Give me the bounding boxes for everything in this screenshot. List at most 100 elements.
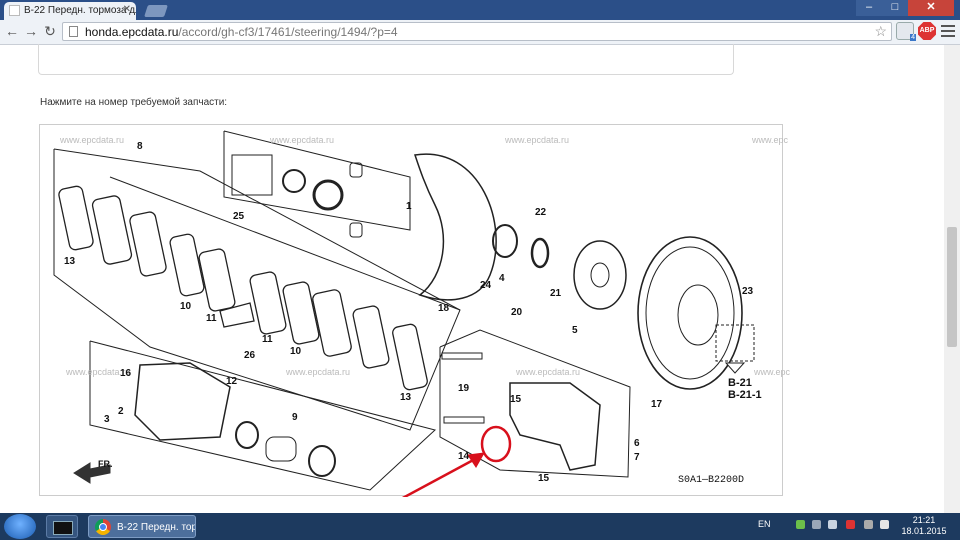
guide-pin xyxy=(441,352,483,360)
diagram-code: S0A1—B2200D xyxy=(678,475,745,486)
shim-shape xyxy=(219,302,255,328)
back-arrow-icon[interactable]: ← xyxy=(4,23,20,39)
brake-disc-inner xyxy=(645,246,735,380)
clock-date: 18.01.2015 xyxy=(901,526,947,536)
part-number-15b[interactable]: 15 xyxy=(538,473,549,484)
tray-signal-icon[interactable] xyxy=(880,520,889,529)
taskbar: B-22 Передн. тор... EN 21:21 18.01.2015 xyxy=(0,513,960,540)
pad-group-outline xyxy=(53,148,461,431)
tab-close-icon[interactable]: ✕ xyxy=(123,4,131,15)
part-number-24[interactable]: 24 xyxy=(480,280,491,291)
part-number-23[interactable]: 23 xyxy=(742,286,753,297)
pad-shape xyxy=(392,323,428,391)
hub-shape xyxy=(573,240,627,310)
taskbar-app-terminal[interactable] xyxy=(46,515,78,538)
dust-shield-shape xyxy=(414,153,497,301)
part-number-11b[interactable]: 11 xyxy=(262,334,273,345)
part-number-22[interactable]: 22 xyxy=(535,207,546,218)
part-number-13b[interactable]: 13 xyxy=(400,392,411,403)
part-number-7[interactable]: 7 xyxy=(634,452,640,463)
forward-arrow-icon[interactable]: → xyxy=(23,23,39,39)
tray-network-icon[interactable] xyxy=(796,520,805,529)
part-number-14[interactable]: 14 xyxy=(458,451,469,462)
watermark: www.epcdata.ru xyxy=(270,135,335,145)
pad-shape xyxy=(169,233,205,297)
language-indicator[interactable]: EN xyxy=(758,519,771,529)
system-clock[interactable]: 21:21 18.01.2015 xyxy=(900,515,948,537)
watermark: www.epcdata.ru xyxy=(60,135,125,145)
tab-strip: B-22 Передн. тормоза дл ✕ – □ ✕ xyxy=(0,0,960,20)
part-number-16[interactable]: 16 xyxy=(120,368,131,379)
browser-toolbar: ← → ↻ honda.epcdata.ru/accord/gh-cf3/174… xyxy=(0,20,960,45)
reload-icon[interactable]: ↻ xyxy=(42,23,58,39)
vertical-scrollbar[interactable] xyxy=(944,45,960,513)
part-number-17[interactable]: 17 xyxy=(651,399,662,410)
part-number-6[interactable]: 6 xyxy=(634,438,640,449)
scrollbar-thumb[interactable] xyxy=(947,227,957,347)
part-number-4[interactable]: 4 xyxy=(499,273,505,284)
part-number-21[interactable]: 21 xyxy=(550,288,561,299)
adblock-icon[interactable]: ABP xyxy=(918,22,936,40)
highlight-circle xyxy=(480,425,512,463)
watermark: www.epcdata.ru xyxy=(516,367,581,377)
part-number-11[interactable]: 11 xyxy=(206,313,217,324)
taskbar-app-label: B-22 Передн. тор... xyxy=(117,522,196,533)
seal-ring xyxy=(282,169,306,193)
tray-flag-icon[interactable] xyxy=(864,520,873,529)
pad-shape xyxy=(312,289,352,357)
part-number-19[interactable]: 19 xyxy=(458,383,469,394)
browser-tab[interactable]: B-22 Передн. тормоза дл ✕ xyxy=(4,2,136,20)
pad-shape xyxy=(58,185,94,251)
watermark: www.epc xyxy=(754,367,791,377)
part-number-20[interactable]: 20 xyxy=(511,307,522,318)
part-number-10b[interactable]: 10 xyxy=(290,346,301,357)
chrome-menu-icon[interactable] xyxy=(941,22,955,40)
maximize-button[interactable]: □ xyxy=(882,0,908,16)
ref-label-b21[interactable]: B-21 xyxy=(728,377,752,389)
tray-app-icon[interactable] xyxy=(828,520,837,529)
part-number-1[interactable]: 1 xyxy=(406,201,412,212)
part-number-5[interactable]: 5 xyxy=(572,325,578,336)
ref-arrow xyxy=(724,362,746,374)
part-number-8[interactable]: 8 xyxy=(137,141,143,152)
tab-title: B-22 Передн. тормоза дл xyxy=(24,5,136,16)
diagram-drawing xyxy=(53,130,755,497)
address-bar[interactable]: honda.epcdata.ru/accord/gh-cf3/17461/ste… xyxy=(62,22,892,41)
boot-shape xyxy=(349,222,363,238)
part-number-2[interactable]: 2 xyxy=(118,406,124,417)
new-tab-button[interactable] xyxy=(144,5,168,17)
caliper-body xyxy=(134,362,231,441)
guide-pin xyxy=(443,416,485,424)
taskbar-app-chrome[interactable]: B-22 Передн. тор... xyxy=(88,515,196,538)
brake-disc-hat xyxy=(677,284,719,346)
part-number-18[interactable]: 18 xyxy=(438,303,449,314)
part-number-12[interactable]: 12 xyxy=(226,376,237,387)
part-number-3[interactable]: 3 xyxy=(104,414,110,425)
instruction-text: Нажмите на номер требуемой запчасти: xyxy=(40,97,228,108)
part-number-25[interactable]: 25 xyxy=(233,211,244,222)
monitor-icon xyxy=(53,521,73,535)
extension-icon[interactable]: 4 xyxy=(896,22,916,41)
part-number-10[interactable]: 10 xyxy=(180,301,191,312)
start-button[interactable] xyxy=(4,514,36,539)
ref-label-b21-1[interactable]: B-21-1 xyxy=(728,389,762,401)
minimize-button[interactable]: – xyxy=(856,0,882,16)
page-icon xyxy=(69,26,78,37)
pad-shape xyxy=(91,195,133,265)
extension-badge: 4 xyxy=(910,34,916,41)
pad-group-line xyxy=(109,176,461,311)
tray-adblock-icon[interactable] xyxy=(846,520,855,529)
part-number-26[interactable]: 26 xyxy=(244,350,255,361)
piston-shape xyxy=(265,436,297,462)
part-number-13[interactable]: 13 xyxy=(64,256,75,267)
bookmark-star-icon[interactable]: ☆ xyxy=(874,23,887,40)
parts-diagram: www.epcdata.ru www.epcdata.ru www.epcdat… xyxy=(39,124,790,497)
tray-app-icon[interactable] xyxy=(812,520,821,529)
url-text[interactable]: honda.epcdata.ru/accord/gh-cf3/17461/ste… xyxy=(85,25,398,39)
watermark: www.epcdata.ru xyxy=(286,367,351,377)
piston-boot xyxy=(308,445,336,477)
part-number-9[interactable]: 9 xyxy=(292,412,298,423)
part-number-15[interactable]: 15 xyxy=(510,394,521,405)
chrome-icon xyxy=(95,519,111,535)
close-window-button[interactable]: ✕ xyxy=(908,0,954,16)
